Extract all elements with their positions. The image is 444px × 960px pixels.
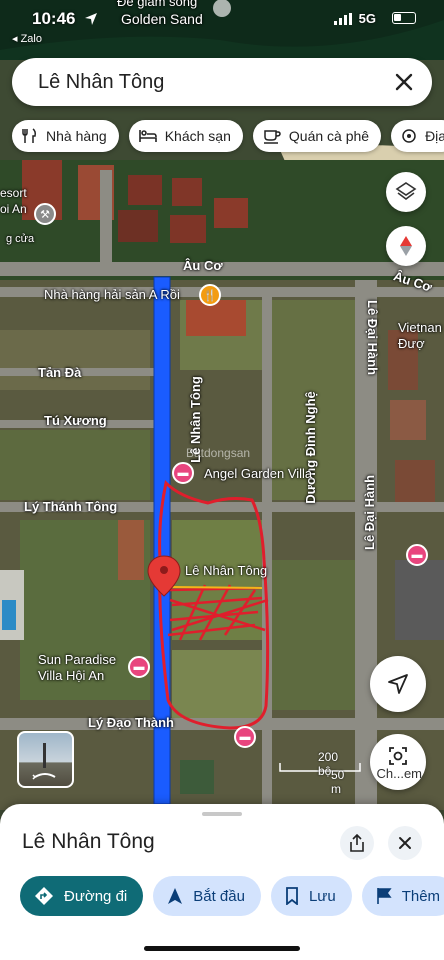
map-label-resort: esort oi An — [0, 186, 27, 216]
drag-handle[interactable] — [202, 812, 242, 816]
directions-icon — [35, 887, 53, 905]
layers-button[interactable] — [386, 172, 426, 212]
chip-hotel[interactable]: Khách sạn — [128, 120, 243, 152]
battery-icon — [392, 12, 416, 24]
my-location-button[interactable] — [370, 656, 426, 712]
street-view-image — [32, 743, 56, 780]
poi-label-angel-garden: Angel Garden Villa — [204, 466, 313, 481]
camera-lens-icon — [389, 747, 407, 765]
poi-label-sun-paradise: Sun Paradise Villa Hội An — [38, 652, 117, 683]
chip-label: Khách sạn — [164, 128, 231, 144]
back-to-app-link[interactable]: ◂ Zalo — [12, 32, 42, 45]
search-bar[interactable]: Lê Nhân Tông — [12, 58, 432, 106]
hotel-pin-icon-3[interactable]: ▬ — [128, 656, 150, 678]
street-view-thumbnail[interactable] — [17, 731, 74, 788]
chip-label: Nhà hàng — [46, 128, 107, 144]
layers-icon — [395, 182, 417, 200]
close-sheet-button[interactable] — [388, 826, 422, 860]
road-label-ly-thanh-tong: Lý Thánh Tông — [24, 499, 118, 514]
place-bottom-sheet[interactable]: Lê Nhân Tông Đường đi Bắt đầu Lưu Thêm — [0, 804, 444, 960]
more-label: Thêm — [401, 887, 441, 905]
restaurant-pin-icon[interactable]: 🍴 — [199, 284, 221, 306]
hotel-icon — [138, 130, 157, 142]
compass-icon — [400, 236, 412, 256]
start-label: Bắt đầu — [193, 887, 245, 905]
close-icon — [399, 837, 411, 849]
save-button[interactable]: Lưu — [270, 876, 352, 916]
home-indicator[interactable] — [144, 946, 300, 951]
chip-label: Địa — [425, 128, 444, 144]
hotel-pin-icon-2[interactable]: ▬ — [406, 544, 428, 566]
signal-icon — [334, 13, 352, 25]
close-icon[interactable] — [390, 68, 418, 96]
status-bar: 10:46 5G — [0, 0, 444, 40]
chip-attraction[interactable]: Địa — [391, 120, 444, 152]
hotel-pin-icon[interactable]: ▬ — [172, 462, 194, 484]
resort-pin-icon[interactable]: ⚒ — [34, 203, 56, 225]
road-label-ly-dao-thanh: Lý Đạo Thành — [88, 715, 174, 730]
restaurant-icon — [22, 128, 36, 143]
map-label-resort-sub: g cửa — [6, 233, 35, 245]
watermark: Batdongsan — [186, 446, 251, 460]
navigation-icon — [168, 888, 183, 904]
status-time: 10:46 — [32, 9, 76, 28]
poi-label-vietnam: Vietnan Đượ — [398, 320, 442, 351]
navigation-arrow-icon — [388, 674, 408, 694]
poi-label-restaurant: Nhà hàng hải sản A Rồi — [44, 287, 180, 302]
road-label-le-dai-hanh: Lê Đại Hành — [365, 300, 380, 376]
lens-label: Ch...em — [376, 766, 422, 781]
flag-icon — [376, 888, 392, 904]
share-icon — [350, 834, 364, 852]
road-label-tu-xuong: Tú Xương — [44, 413, 107, 428]
directions-button[interactable]: Đường đi — [20, 876, 144, 916]
attraction-icon — [402, 129, 416, 143]
compass-button[interactable] — [386, 226, 426, 266]
road-label-duong-dinh-nghe: Dương Đình Nghệ — [302, 391, 318, 504]
cafe-icon — [263, 130, 281, 144]
network-label: 5G — [358, 11, 376, 26]
directions-label: Đường đi — [64, 887, 128, 905]
action-buttons: Đường đi Bắt đầu Lưu Thêm — [20, 876, 444, 916]
search-input[interactable]: Lê Nhân Tông — [38, 71, 164, 94]
road-label-le-dai-hanh-2: Lê Đại Hành — [362, 474, 377, 550]
road-label-au-co: Âu Cơ — [183, 258, 223, 273]
chip-label: Quán cà phê — [288, 128, 370, 144]
road-label-tan-da: Tản Đà — [38, 365, 82, 380]
lens-button[interactable] — [370, 734, 426, 790]
bookmark-icon — [286, 887, 298, 905]
category-chips: Nhà hàng Khách sạn Quán cà phê Địa — [12, 120, 444, 154]
chip-cafe[interactable]: Quán cà phê — [252, 120, 382, 152]
location-arrow-icon — [85, 13, 97, 25]
share-button[interactable] — [340, 826, 374, 860]
chip-restaurant[interactable]: Nhà hàng — [12, 120, 119, 152]
scale-bottom-label: 50 m — [331, 768, 345, 796]
place-title: Lê Nhân Tông — [22, 830, 155, 853]
start-button[interactable]: Bắt đầu — [153, 876, 261, 916]
save-label: Lưu — [308, 887, 336, 905]
more-button[interactable]: Thêm — [361, 876, 444, 916]
hotel-pin-icon-4[interactable]: ▬ — [234, 726, 256, 748]
pin-label: Lê Nhân Tông — [185, 563, 268, 578]
